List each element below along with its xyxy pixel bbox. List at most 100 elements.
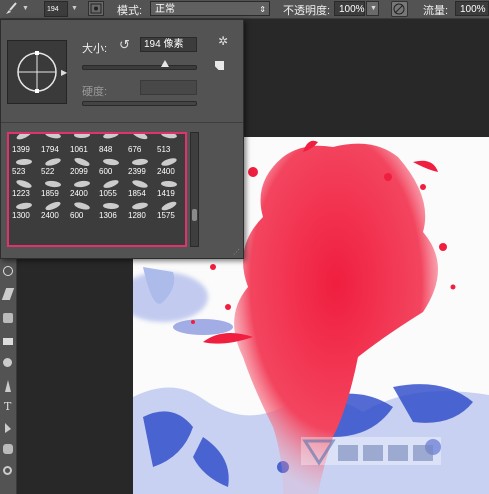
opacity-input[interactable]: 100% [334, 1, 365, 16]
size-slider-thumb[interactable] [161, 60, 169, 67]
brush-preset-item[interactable]: 513 [156, 134, 185, 154]
brush-preset-grid: 1399 1794 1061 848 676 513 523 522 2099 600 2399 24… [7, 132, 187, 247]
brush-tip-thumbnail-icon [73, 201, 91, 211]
brush-preset-item[interactable]: 1854 [127, 178, 156, 198]
brush-preset-item[interactable]: 2400 [69, 180, 98, 198]
mode-select[interactable]: 正常 ⇕ [150, 1, 270, 16]
brush-preset-item[interactable]: 1859 [40, 180, 69, 198]
brush-preset-arrow-icon[interactable]: ▼ [71, 5, 78, 12]
stamp-tool-icon[interactable] [3, 313, 13, 323]
brush-preset-size: 1399 [12, 145, 30, 154]
brush-preset-item[interactable]: 676 [127, 134, 156, 154]
brush-preset-size: 2400 [41, 211, 59, 220]
brush-tip-thumbnail-icon [102, 202, 120, 210]
brush-tip-thumbnail-icon [15, 201, 33, 211]
brush-tip-thumbnail-icon [73, 156, 91, 168]
brush-tip-thumbnail-icon [160, 180, 178, 188]
hardness-input[interactable] [140, 80, 197, 95]
brush-preset-item[interactable]: 522 [40, 156, 69, 176]
brush-preset-item[interactable]: 1794 [40, 134, 69, 154]
brush-preset-item[interactable]: 848 [98, 134, 127, 154]
brush-preset-item[interactable]: 1061 [69, 134, 98, 154]
brush-tip-thumbnail-icon [131, 158, 149, 166]
brush-preset-size: 1859 [41, 189, 59, 198]
brush-preset-size: 523 [12, 167, 26, 176]
hardness-slider[interactable] [82, 101, 197, 106]
brush-preset-size: 600 [99, 167, 113, 176]
eraser-tool-icon[interactable] [3, 338, 13, 345]
brush-tip-thumbnail-icon [44, 156, 62, 168]
panel-settings-gear-icon[interactable]: ✲ [218, 34, 228, 48]
tool-preset-dropdown-icon[interactable]: ▼ [22, 5, 29, 12]
hand-tool-icon[interactable] [3, 444, 13, 454]
brush-preset-picker[interactable]: 194 [44, 1, 68, 17]
brush-preset-item[interactable]: 1280 [127, 201, 156, 220]
brush-preset-size: 600 [70, 211, 84, 220]
reset-size-icon[interactable]: ↺ [119, 37, 130, 53]
mode-value: 正常 [155, 4, 175, 15]
brush-preset-size: 2400 [70, 189, 88, 198]
flow-label: 流量: [423, 5, 449, 17]
brush-preset-item[interactable]: 1575 [156, 200, 185, 220]
mode-dropdown-icon: ⇕ [259, 5, 266, 14]
opacity-dropdown-button[interactable]: ▼ [366, 1, 379, 16]
brush-preset-panel: ▶ 大小: ↺ 194 像素 ✲ 硬度: 1399 1794 1061 848 676 5… [0, 19, 244, 259]
size-input[interactable]: 194 像素 [140, 37, 197, 52]
brush-preset-item[interactable]: 2099 [69, 156, 98, 176]
preview-arrow-icon: ▶ [61, 68, 68, 77]
brush-tip-thumbnail-icon [102, 157, 120, 167]
hardness-label: 硬度: [82, 86, 108, 98]
brush-preset-item[interactable]: 1419 [156, 180, 185, 198]
opacity-label: 不透明度: [283, 5, 331, 17]
brush-tool-icon[interactable] [4, 1, 18, 16]
brush-tip-thumbnail-icon [73, 180, 91, 188]
brush-preset-size: 2099 [70, 167, 88, 176]
brush-preset-item[interactable]: 1300 [11, 201, 40, 220]
brush-preset-size: 1223 [12, 189, 30, 198]
brush-tool-side-icon[interactable] [1, 288, 15, 300]
brush-size-readout: 194 [47, 6, 59, 13]
dodge-tool-icon[interactable] [3, 358, 12, 367]
brush-tip-thumbnail-icon [15, 178, 33, 190]
lasso-tool-icon[interactable] [3, 266, 13, 276]
size-slider[interactable] [82, 65, 197, 70]
brush-preset-item[interactable]: 2399 [127, 158, 156, 176]
brush-tip-thumbnail-icon [44, 134, 62, 140]
pressure-opacity-icon[interactable] [391, 1, 408, 17]
flow-value: 100% [460, 4, 486, 15]
brush-preset-size: 1280 [128, 211, 146, 220]
brush-preset-item[interactable]: 600 [69, 201, 98, 220]
brush-preset-item[interactable]: 1055 [98, 178, 127, 198]
brush-preset-size: 513 [157, 145, 171, 154]
pen-tool-icon[interactable] [5, 380, 11, 392]
resize-grip-icon[interactable]: ⋰ [233, 248, 240, 256]
brush-preset-item[interactable]: 523 [11, 158, 40, 176]
flow-input[interactable]: 100% [455, 1, 489, 16]
brush-preset-item[interactable]: 1399 [11, 134, 40, 154]
preset-scrollbar-thumb[interactable] [192, 209, 197, 221]
brush-preset-size: 1575 [157, 211, 175, 220]
size-value: 194 像素 [144, 39, 184, 50]
mode-label: 模式: [117, 5, 143, 17]
zoom-tool-icon[interactable] [3, 466, 12, 475]
new-preset-icon[interactable] [215, 61, 224, 70]
brush-tip-thumbnail-icon [102, 178, 120, 190]
preset-scrollbar[interactable] [190, 132, 199, 247]
brush-preset-size: 676 [128, 145, 142, 154]
brush-tip-thumbnail-icon [44, 180, 62, 188]
brush-preset-item[interactable]: 600 [98, 157, 127, 176]
brush-preset-size: 1794 [41, 145, 59, 154]
options-bar: ▼ 194 ▼ 模式: 正常 ⇕ 不透明度: 100% ▼ 流量: 100% [0, 0, 489, 19]
brush-tip-thumbnail-icon [131, 134, 149, 141]
brush-panel-toggle-icon[interactable] [88, 1, 104, 16]
path-selection-tool-icon[interactable] [5, 423, 11, 433]
brush-preset-size: 1061 [70, 145, 88, 154]
brush-tip-thumbnail-icon [131, 178, 149, 190]
brush-preset-item[interactable]: 1306 [98, 202, 127, 220]
type-tool-icon[interactable]: T [4, 400, 11, 413]
brush-preset-size: 1419 [157, 189, 175, 198]
tools-panel: T [0, 258, 17, 494]
brush-preset-item[interactable]: 2400 [40, 200, 69, 220]
brush-preset-item[interactable]: 2400 [156, 156, 185, 176]
brush-preset-item[interactable]: 1223 [11, 178, 40, 198]
